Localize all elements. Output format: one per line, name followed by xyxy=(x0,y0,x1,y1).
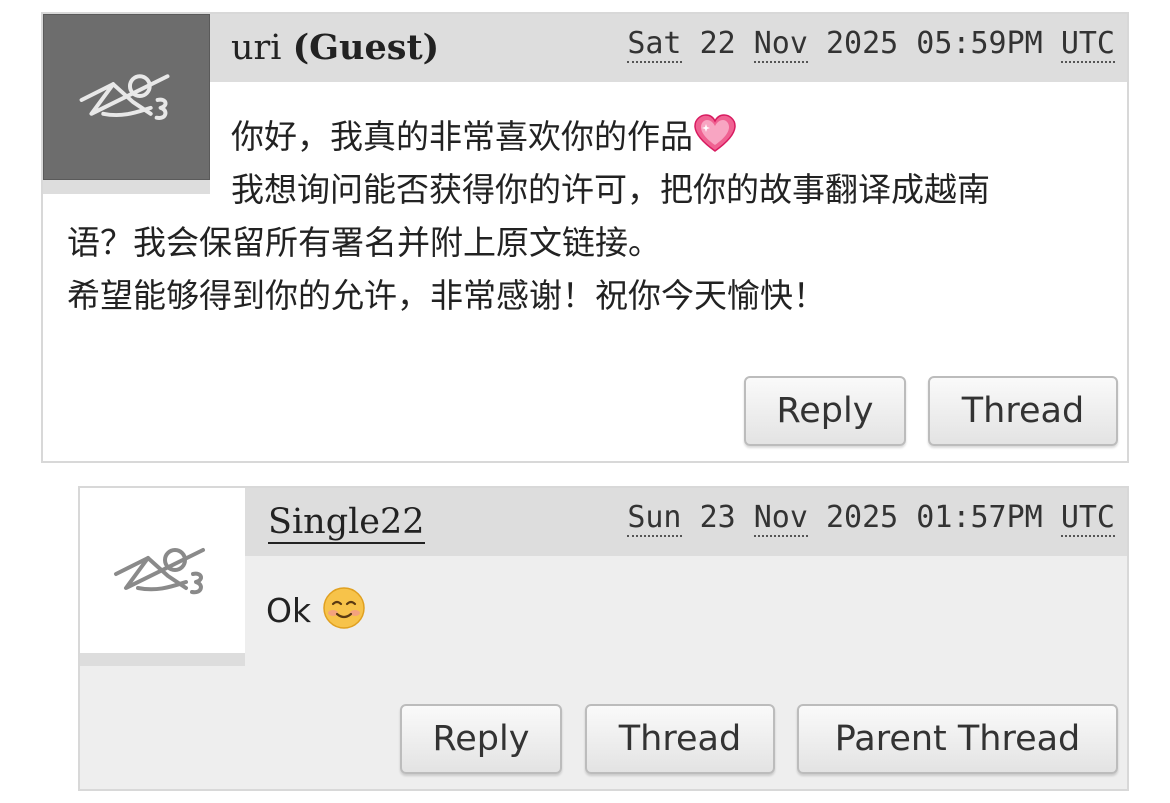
thread-button[interactable]: Thread xyxy=(928,376,1118,446)
comment-username: uri (Guest) xyxy=(231,27,440,69)
day-number: 23 xyxy=(699,500,736,535)
sparkling-heart-icon xyxy=(694,114,736,152)
comment-line: Ok xyxy=(266,591,312,630)
timezone-abbr: UTC xyxy=(1060,500,1115,537)
timezone-abbr: UTC xyxy=(1060,26,1115,63)
year-time: 2025 05:59PM xyxy=(826,26,1043,61)
month-abbr: Nov xyxy=(753,500,808,537)
weekday-abbr: Sun xyxy=(627,500,682,537)
comment-line: 我想询问能否获得你的许可，把你的故事翻译成越南 xyxy=(231,170,990,209)
year-time: 2025 01:57PM xyxy=(826,500,1043,535)
comment-line: 你好，我真的非常喜欢你的作品 xyxy=(67,110,1097,163)
avatar xyxy=(80,488,245,666)
thread-button[interactable]: Thread xyxy=(585,704,775,774)
username-link[interactable]: Single22 xyxy=(268,502,425,544)
username-text: uri xyxy=(231,28,282,68)
comment-timestamp: Sat 22 Nov 2025 05:59PM UTC xyxy=(627,24,1115,64)
reply-button[interactable]: Reply xyxy=(400,704,562,774)
comment-timestamp: Sun 23 Nov 2025 01:57PM UTC xyxy=(627,498,1115,538)
smiling-face-icon xyxy=(322,587,365,629)
day-number: 22 xyxy=(699,26,736,61)
comment-body: Ok xyxy=(266,584,1086,637)
reply-button[interactable]: Reply xyxy=(744,376,906,446)
comment-line: 希望能够得到你的允许，非常感谢！祝你今天愉快！ xyxy=(67,276,826,315)
parent-thread-button[interactable]: Parent Thread xyxy=(797,704,1118,774)
comment: uri (Guest) Sat 22 Nov 2025 05:59PM UTC … xyxy=(41,12,1129,463)
comment-username: Single22 xyxy=(268,502,425,544)
guest-label: (Guest) xyxy=(292,27,440,68)
weekday-abbr: Sat xyxy=(627,26,682,63)
comment-line: 语？我会保留所有署名并附上原文链接。 xyxy=(67,223,661,262)
comment-reply: Single22 Sun 23 Nov 2025 01:57PM UTC Ok … xyxy=(78,486,1129,791)
default-user-icon xyxy=(80,488,245,653)
comment-body: 你好，我真的非常喜欢你的作品 我想询问能否获得你的许可，把你的故事翻译成越南 语… xyxy=(67,110,1097,322)
month-abbr: Nov xyxy=(753,26,808,63)
